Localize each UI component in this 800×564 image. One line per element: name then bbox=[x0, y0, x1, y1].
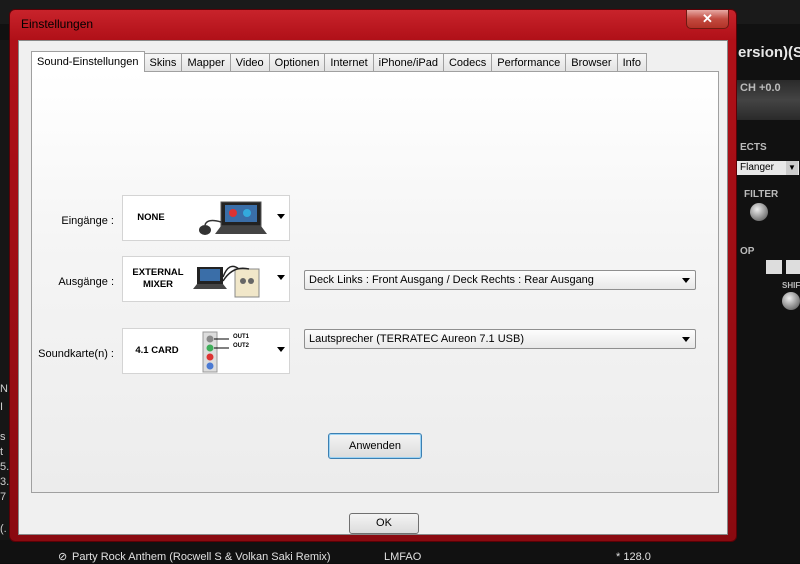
browser-track-row[interactable]: ⊘ Party Rock Anthem (Rocwell S & Volkan … bbox=[0, 550, 800, 564]
outputs-picker[interactable]: EXTERNAL MIXER bbox=[122, 256, 290, 302]
tab-iphone-ipad[interactable]: iPhone/iPad bbox=[372, 53, 444, 72]
track-artist: LMFAO bbox=[384, 551, 422, 563]
loop-prev-button[interactable] bbox=[766, 260, 782, 274]
filter-label: FILTER bbox=[744, 189, 779, 200]
outputs-value-line2: MIXER bbox=[142, 279, 174, 290]
track-title: Party Rock Anthem (Rocwell S & Volkan Sa… bbox=[72, 551, 331, 563]
tab-mapper[interactable]: Mapper bbox=[181, 53, 231, 72]
inputs-value: NONE bbox=[137, 212, 165, 223]
tab-internet[interactable]: Internet bbox=[324, 53, 374, 72]
track-status-icon: ⊘ bbox=[58, 551, 68, 563]
dialog-title: Einstellungen bbox=[21, 17, 94, 31]
inputs-label: Eingänge : bbox=[61, 215, 114, 227]
output-routing-arrow-icon bbox=[682, 278, 690, 283]
left-snippet: 5. bbox=[0, 461, 10, 473]
loop-label: OP bbox=[740, 246, 755, 257]
left-snippet: 7 bbox=[0, 491, 7, 503]
shift-knob[interactable] bbox=[782, 292, 800, 310]
tab-info[interactable]: Info bbox=[616, 53, 647, 72]
left-snippet: t bbox=[0, 446, 4, 458]
sound-settings-panel: Eingänge : NONE Ausgänge : EXTERNAL MIXE… bbox=[31, 71, 719, 493]
left-snippet: N bbox=[0, 383, 8, 395]
tab-browser[interactable]: Browser bbox=[565, 53, 618, 72]
outputs-dropdown-arrow-icon bbox=[277, 275, 285, 280]
output-routing-value: Deck Links : Front Ausgang / Deck Rechts… bbox=[309, 274, 594, 286]
close-button[interactable]: ✕ bbox=[686, 10, 729, 29]
tab-options[interactable]: Optionen bbox=[268, 53, 326, 72]
loop-size-button[interactable] bbox=[786, 260, 800, 274]
tab-sound-settings[interactable]: Sound-Einstellungen bbox=[31, 51, 145, 72]
shift-label: SHIFT bbox=[782, 281, 800, 290]
dialog-client-area: Sound-Einstellungen Skins Mapper Video O… bbox=[18, 40, 728, 535]
effects-label: ECTS bbox=[740, 142, 767, 153]
apply-button[interactable]: Anwenden bbox=[328, 433, 422, 459]
left-snippet: I bbox=[0, 401, 4, 413]
output-routing-select[interactable]: Deck Links : Front Ausgang / Deck Rechts… bbox=[304, 270, 696, 290]
track-bpm: * 128.0 bbox=[616, 551, 651, 563]
effect-dropdown-arrow-icon[interactable]: ▼ bbox=[786, 161, 798, 175]
tab-video[interactable]: Video bbox=[229, 53, 270, 72]
audio-device-arrow-icon bbox=[682, 337, 690, 342]
laptop-mixer-icon bbox=[193, 265, 260, 298]
left-snippet: (. bbox=[0, 523, 7, 535]
soundcard-value: 4.1 CARD bbox=[135, 345, 179, 356]
tab-bar: Sound-Einstellungen Skins Mapper Video O… bbox=[31, 51, 647, 72]
inputs-dropdown-arrow-icon bbox=[277, 214, 285, 219]
tab-codecs[interactable]: Codecs bbox=[442, 53, 493, 72]
audio-device-value: Lautsprecher (TERRATEC Aureon 7.1 USB) bbox=[309, 333, 524, 345]
audio-device-select[interactable]: Lautsprecher (TERRATEC Aureon 7.1 USB) bbox=[304, 329, 696, 349]
settings-dialog: Einstellungen ✕ Sound-Einstellungen Skin… bbox=[9, 9, 737, 542]
filter-knob[interactable] bbox=[750, 203, 768, 221]
left-snippet: 3. bbox=[0, 476, 10, 488]
left-snippet: s bbox=[0, 431, 6, 443]
laptop-mouse-icon bbox=[199, 201, 267, 235]
deck-title: ersion)(Sc bbox=[738, 44, 800, 61]
tab-performance[interactable]: Performance bbox=[491, 53, 567, 72]
soundcard-picker[interactable]: 4.1 CARD OUT1 OUT2 bbox=[122, 328, 290, 374]
outputs-value-line1: EXTERNAL bbox=[132, 267, 184, 278]
out1-label: OUT1 bbox=[233, 334, 250, 340]
soundcard-label: Soundkarte(n) : bbox=[38, 348, 114, 360]
soundcard-dropdown-arrow-icon bbox=[277, 347, 285, 352]
ok-button[interactable]: OK bbox=[349, 513, 419, 534]
inputs-picker[interactable]: NONE bbox=[122, 195, 290, 241]
pitch-readout: CH +0.0 bbox=[740, 82, 781, 94]
outputs-label: Ausgänge : bbox=[58, 276, 114, 288]
outputs-value: EXTERNAL MIXER bbox=[129, 267, 187, 291]
tab-skins[interactable]: Skins bbox=[143, 53, 183, 72]
out2-label: OUT2 bbox=[233, 343, 250, 349]
